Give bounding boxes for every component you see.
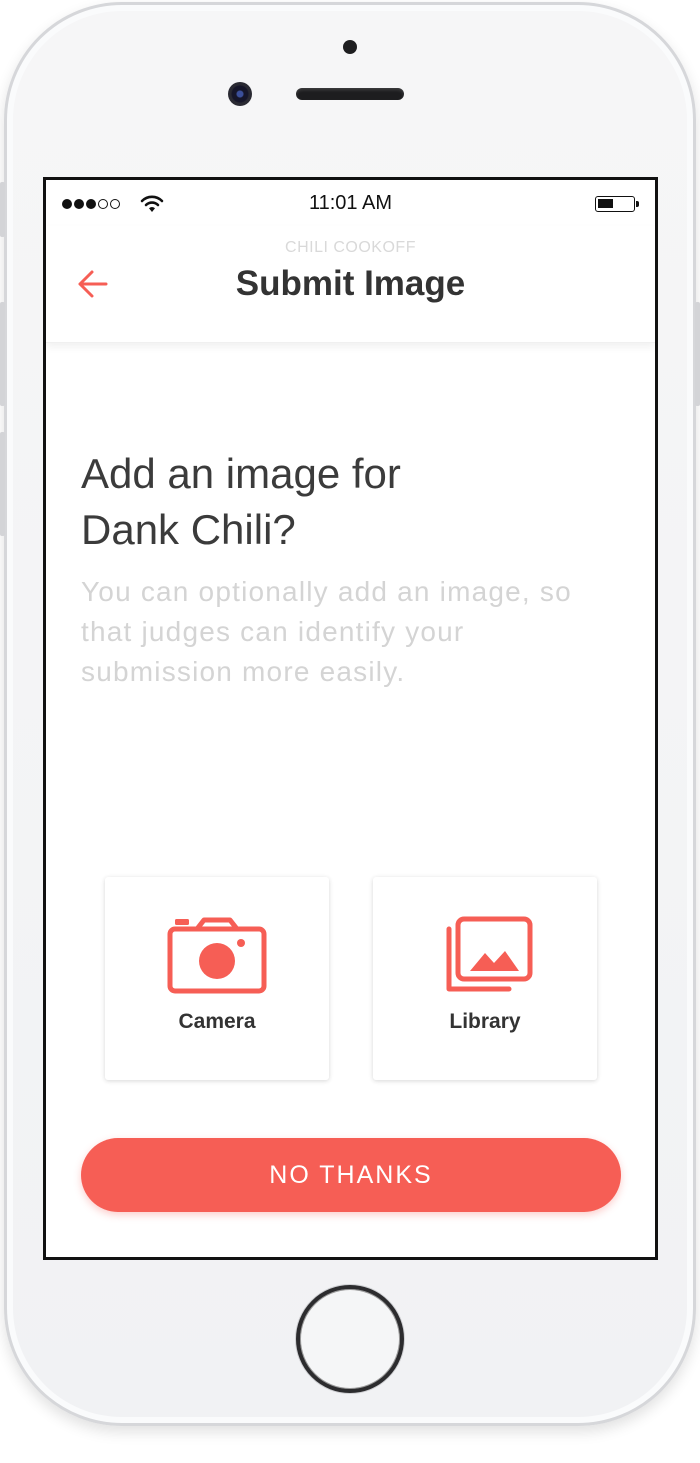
prompt-description: You can optionally add an image, so that… <box>81 576 572 687</box>
earpiece-speaker <box>296 88 404 100</box>
home-button[interactable] <box>296 1285 404 1393</box>
camera-option-button[interactable]: Camera <box>105 877 329 1080</box>
library-option-label: Library <box>449 1010 521 1033</box>
volume-up-button <box>0 302 5 406</box>
battery-icon <box>595 196 639 212</box>
status-bar: 11:01 AM <box>46 180 655 226</box>
no-thanks-button[interactable]: NO THANKS <box>81 1138 621 1212</box>
app-screen: 11:01 AM CHILI COOKOFF Submit Image Add … <box>43 177 658 1260</box>
camera-icon <box>167 917 267 994</box>
nav-eyebrow: CHILI COOKOFF <box>285 239 416 256</box>
navigation-bar: CHILI COOKOFF Submit Image <box>46 226 655 343</box>
front-camera <box>228 82 252 106</box>
prompt-heading: Add an image for Dank Chili? <box>81 446 601 558</box>
camera-option-label: Camera <box>178 1010 256 1033</box>
photo-library-icon <box>446 916 533 992</box>
power-button <box>695 302 700 406</box>
status-time: 11:01 AM <box>308 192 393 214</box>
side-button <box>0 182 5 237</box>
prompt-heading-line1: Add an image for <box>81 450 401 497</box>
proximity-sensor <box>343 40 357 54</box>
volume-down-button <box>0 432 5 536</box>
prompt-heading-line2: Dank Chili? <box>81 506 296 553</box>
page-title: Submit Image <box>235 264 466 303</box>
library-option-button[interactable]: Library <box>373 877 597 1080</box>
